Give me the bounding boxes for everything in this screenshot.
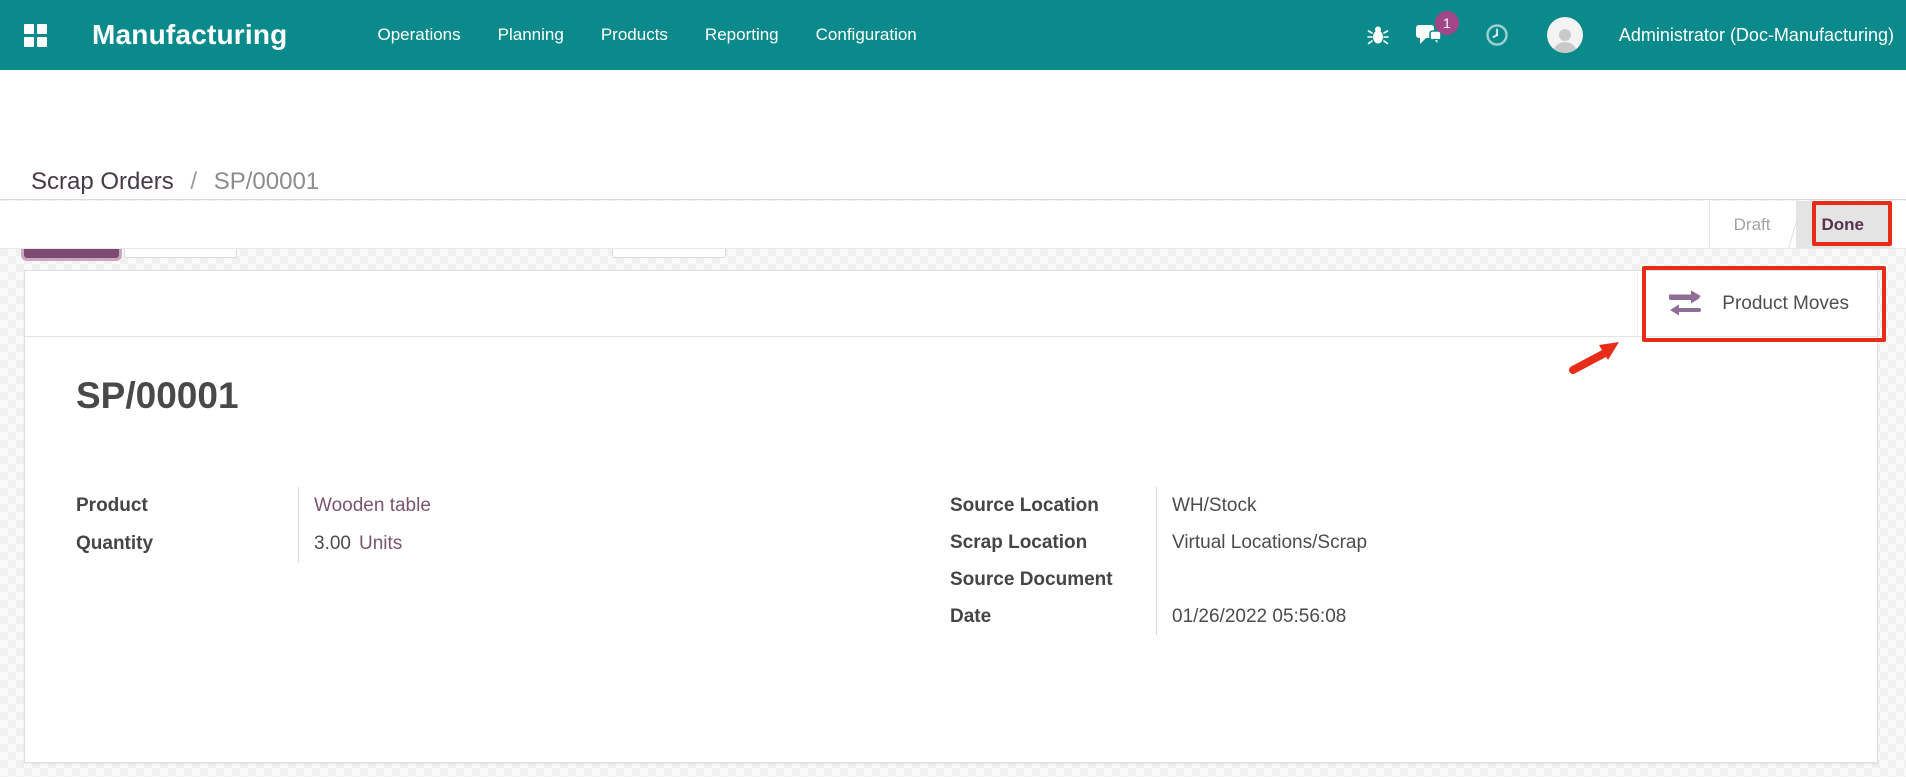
field-value-source-document (1156, 561, 1430, 598)
stage-done[interactable]: Done (1796, 201, 1891, 248)
menu-planning[interactable]: Planning (496, 19, 566, 51)
breadcrumb-separator: / (190, 168, 197, 195)
field-label-scrap-location: Scrap Location (950, 524, 1156, 561)
field-value-product: Wooden table (298, 487, 636, 525)
field-value-scrap-location: Virtual Locations/Scrap (1156, 524, 1430, 561)
menu-products[interactable]: Products (599, 19, 670, 51)
main-menu: Operations Planning Products Reporting C… (375, 19, 918, 51)
chat-icon[interactable]: 1 (1415, 23, 1443, 47)
control-panel: Scrap Orders / SP/00001 Edit + Create ⚙ … (0, 70, 1906, 200)
systray: 1 Administrator (Doc-Manufacturing) (1367, 17, 1894, 53)
form-sheet: Product Moves SP/00001 Product Wooden ta… (24, 270, 1878, 763)
stage-draft[interactable]: Draft (1710, 201, 1795, 248)
button-box: Product Moves (25, 271, 1877, 337)
breadcrumb-scrap-orders[interactable]: Scrap Orders (31, 168, 174, 195)
product-moves-label: Product Moves (1722, 293, 1849, 315)
menu-reporting[interactable]: Reporting (703, 19, 781, 51)
message-count-badge: 1 (1435, 11, 1459, 35)
avatar[interactable] (1547, 17, 1583, 53)
field-label-source-location: Source Location (950, 487, 1156, 524)
clock-icon[interactable] (1485, 23, 1509, 47)
field-label-date: Date (950, 598, 1156, 635)
field-group-left: Product Wooden table Quantity 3.00 Units (76, 487, 636, 563)
breadcrumb-current: SP/00001 (214, 168, 319, 195)
field-label-source-document: Source Document (950, 561, 1156, 598)
breadcrumb: Scrap Orders / SP/00001 (31, 168, 319, 196)
field-value-source-location: WH/Stock (1156, 487, 1430, 524)
field-group-right: Source Location WH/Stock Scrap Location … (950, 487, 1430, 635)
apps-grid-icon[interactable] (24, 24, 46, 46)
exchange-icon (1666, 290, 1704, 318)
user-menu[interactable]: Administrator (Doc-Manufacturing) (1619, 25, 1894, 46)
uom-link[interactable]: Units (359, 533, 402, 555)
statusbar: Draft Done (0, 201, 1906, 249)
field-label-product: Product (76, 487, 298, 525)
quantity-number: 3.00 (314, 533, 351, 555)
top-navbar: Manufacturing Operations Planning Produc… (0, 0, 1906, 70)
menu-configuration[interactable]: Configuration (814, 19, 919, 51)
app-brand[interactable]: Manufacturing (92, 19, 287, 51)
menu-operations[interactable]: Operations (375, 19, 462, 51)
field-value-date: 01/26/2022 05:56:08 (1156, 598, 1430, 635)
product-link[interactable]: Wooden table (314, 495, 431, 517)
bug-icon[interactable] (1367, 24, 1389, 46)
record-title: SP/00001 (76, 375, 239, 417)
field-label-quantity: Quantity (76, 525, 298, 563)
product-moves-button[interactable]: Product Moves (1637, 271, 1877, 336)
field-value-quantity: 3.00 Units (298, 525, 636, 563)
